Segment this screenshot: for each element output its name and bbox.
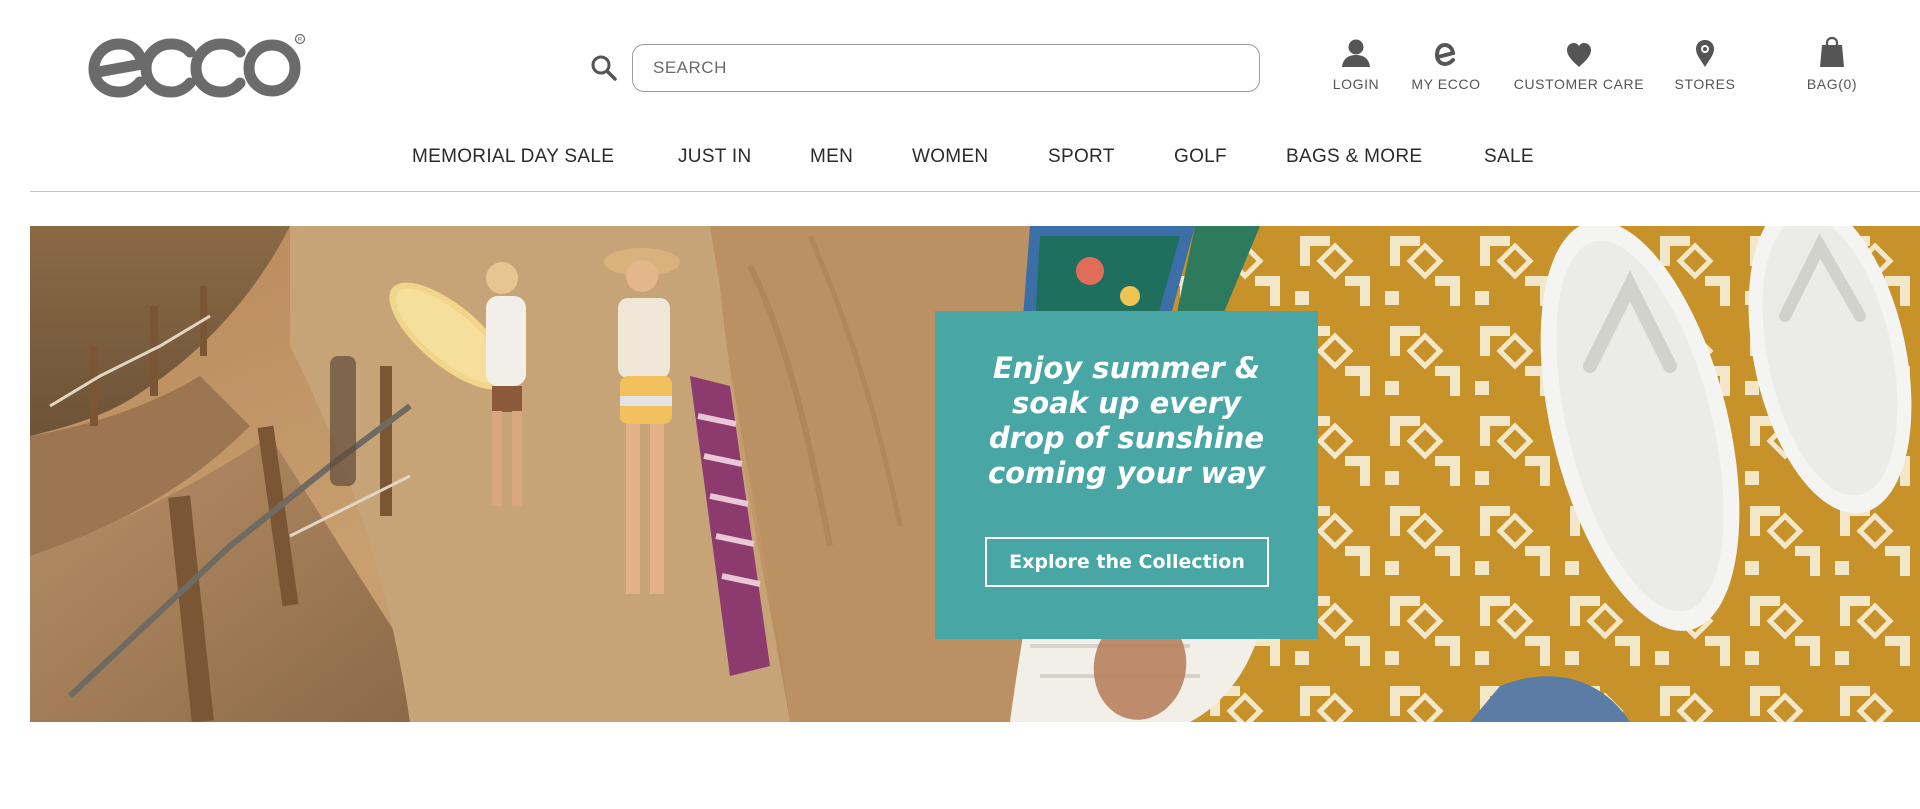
nav-item-just-in[interactable]: JUST IN <box>678 146 752 168</box>
explore-collection-button[interactable]: Explore the Collection <box>985 537 1269 587</box>
nav-item-bags-and-more[interactable]: BAGS & MORE <box>1286 146 1422 168</box>
shopping-bag-icon <box>1820 36 1844 67</box>
heart-icon <box>1567 43 1591 67</box>
map-pin-icon <box>1696 40 1714 67</box>
search-icon[interactable] <box>590 54 618 82</box>
my-ecco-label: MY ECCO <box>1411 76 1481 92</box>
promo-box: Enjoy summer & soak up every drop of sun… <box>935 311 1318 639</box>
nav-item-women[interactable]: WOMEN <box>912 146 988 168</box>
ecco-logo[interactable]: R <box>86 30 310 102</box>
search-input[interactable] <box>632 44 1260 92</box>
search-bar <box>590 44 1260 92</box>
my-ecco-link[interactable]: MY ECCO <box>1408 36 1484 100</box>
page: R LOGIN MY ECCO <box>0 0 1920 809</box>
nav-item-men[interactable]: MEN <box>810 146 853 168</box>
nav-item-memorial-day-sale[interactable]: MEMORIAL DAY SALE <box>412 146 614 168</box>
hero-banner[interactable]: Enjoy summer & soak up every drop of sun… <box>30 226 1920 722</box>
customer-care-label: CUSTOMER CARE <box>1513 76 1645 92</box>
user-icon <box>1342 39 1370 67</box>
login-label: LOGIN <box>1332 76 1380 92</box>
nav-item-sale[interactable]: SALE <box>1484 146 1534 168</box>
ecco-e-icon <box>1434 42 1456 67</box>
bag-link[interactable]: BAG(0) <box>1800 36 1864 100</box>
svg-text:R: R <box>298 38 303 44</box>
stores-link[interactable]: STORES <box>1672 36 1738 100</box>
nav-item-golf[interactable]: GOLF <box>1174 146 1227 168</box>
promo-heading: Enjoy summer & soak up every drop of sun… <box>987 351 1265 490</box>
bag-label: BAG(0) <box>1806 76 1858 92</box>
customer-care-link[interactable]: CUSTOMER CARE <box>1512 36 1646 100</box>
stores-label: STORES <box>1674 76 1736 92</box>
nav-divider <box>30 191 1920 192</box>
nav-item-sport[interactable]: SPORT <box>1048 146 1115 168</box>
login-link[interactable]: LOGIN <box>1330 36 1382 100</box>
ecco-logo-mark: R <box>88 33 306 98</box>
main-nav: MEMORIAL DAY SALE JUST IN MEN WOMEN SPOR… <box>0 140 1920 176</box>
